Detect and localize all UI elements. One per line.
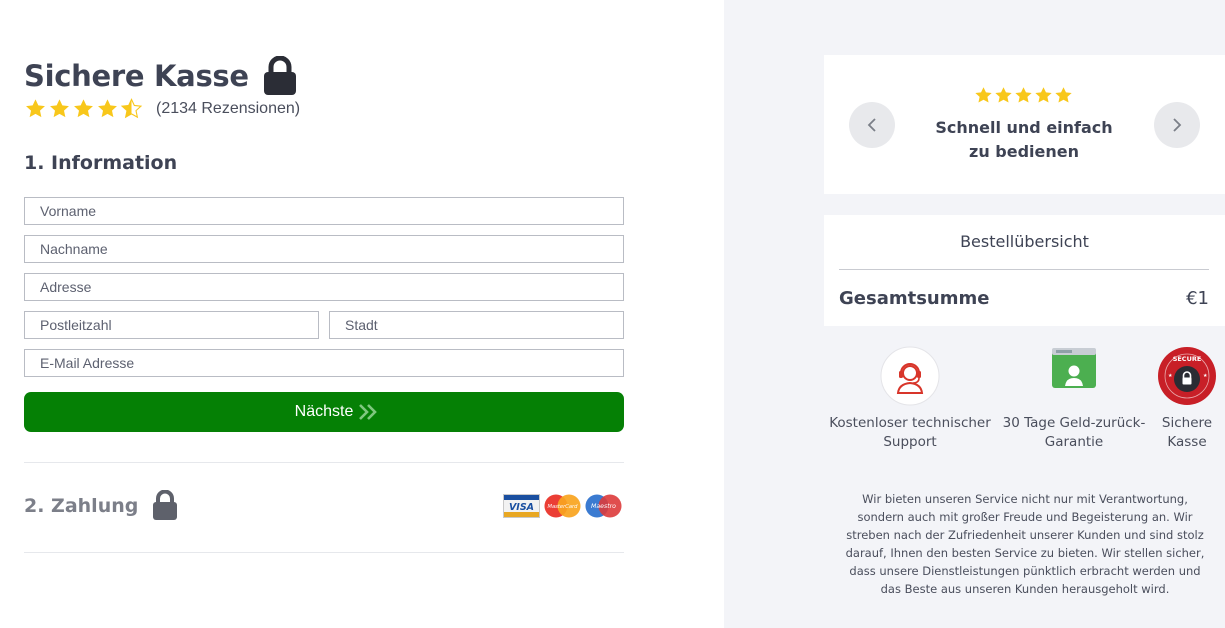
about-text: Wir bieten unseren Service nicht nur mit… [845,492,1205,596]
lock-icon [152,489,178,521]
zip-field[interactable] [24,311,319,339]
support-badge: Kostenloser technischer Support [828,346,992,452]
testimonial-card: Schnell und einfach zu bedienen [824,55,1225,194]
support-agent-icon [880,346,940,406]
secure-seal-icon: SECURE ★ ★ [1158,347,1216,405]
next-testimonial-button[interactable] [1154,102,1200,148]
mastercard-label: MasterCard [548,504,579,510]
svg-text:★: ★ [1203,373,1208,379]
star-icon [1015,87,1032,103]
order-summary: Bestellübersicht Gesamtsumme €1 [824,215,1225,326]
address-field[interactable] [24,273,624,301]
payment-card-logos: VISA MasterCard Maestro [503,494,622,518]
title-row: Sichere Kasse [24,55,297,96]
secure-seal-label: SECURE [1173,355,1202,363]
svg-text:★: ★ [1168,373,1173,379]
lock-icon [263,55,297,96]
checkout-form-panel: Sichere Kasse (2134 Rezensionen) 1. Info… [0,0,724,628]
half-star-icon [120,98,143,119]
city-field[interactable] [329,311,624,339]
star-icon [975,87,992,103]
prev-testimonial-button[interactable] [849,102,895,148]
information-section-title: 1. Information [24,152,178,174]
money-back-icon [1052,348,1096,388]
secure-checkout-badge-label: Sichere Kasse [1161,415,1213,450]
support-badge-label: Kostenloser technischer Support [829,415,991,450]
page-title: Sichere Kasse [24,59,249,93]
payment-section-header[interactable]: 2. Zahlung [24,489,178,521]
maestro-card-icon: Maestro [585,494,622,518]
lastname-field[interactable] [24,235,624,263]
double-chevron-right-icon [359,404,377,420]
chevron-left-icon [867,118,876,132]
visa-label: VISA [509,502,534,513]
star-icon [26,99,45,118]
divider [839,269,1209,270]
order-summary-title: Bestellübersicht [960,232,1089,251]
money-back-badge-label: 30 Tage Geld-zurück-Garantie [1002,415,1146,450]
testimonial-text: Schnell und einfach zu bedienen [935,118,1113,161]
firstname-field[interactable] [24,197,624,225]
star-icon [50,99,69,118]
rating-row: (2134 Rezensionen) [24,98,300,120]
review-count: (2134 Rezensionen) [156,100,301,117]
star-icon [995,87,1012,103]
payment-section-title: 2. Zahlung [24,494,139,517]
star-icon [1055,87,1072,103]
secure-checkout-badge: SECURE ★ ★ Sichere Kasse [1154,346,1220,452]
money-back-badge: 30 Tage Geld-zurück-Garantie [1000,346,1148,452]
star-icon [1035,87,1052,103]
mastercard-icon: MasterCard [544,494,581,518]
checkout-page: Sichere Kasse (2134 Rezensionen) 1. Info… [0,0,1225,628]
total-value: €1 [1186,288,1209,309]
total-label: Gesamtsumme [839,288,990,309]
divider [24,552,624,553]
email-field[interactable] [24,349,624,377]
next-button-label: Nächste [294,403,354,420]
star-icon [98,99,117,118]
sidebar-panel: Schnell und einfach zu bedienen Bestellü… [724,0,1225,628]
divider [24,462,624,463]
chevron-right-icon [1173,118,1182,132]
maestro-label: Maestro [591,502,616,510]
testimonial-stars [974,86,1073,105]
visa-card-icon: VISA [503,494,540,518]
rating-stars [24,98,143,120]
star-icon [74,99,93,118]
next-button[interactable]: Nächste [24,392,624,432]
